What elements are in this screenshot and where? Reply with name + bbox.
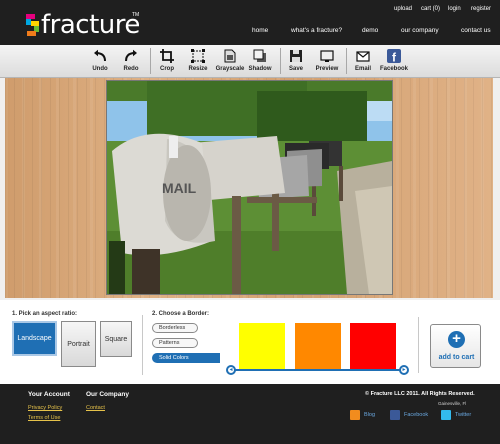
save-icon [290, 50, 302, 62]
grayscale-icon [224, 49, 236, 63]
facebook-icon: f [387, 49, 401, 63]
slider-next-button[interactable]: ▸ [399, 365, 409, 375]
options-divider [418, 317, 419, 373]
site-header: fracture TM upload cart (0) login regist… [0, 0, 500, 45]
email-button[interactable]: Email [351, 49, 375, 72]
our-company-heading: Our Company [86, 391, 129, 398]
site-footer: Your Account Privacy Policy Terms of Use… [0, 384, 500, 444]
logo-mark-icon [26, 14, 40, 36]
product-options: 1. Pick an aspect ratio: Landscape Portr… [0, 301, 500, 384]
undo-icon [94, 49, 106, 62]
color-swatch-yellow[interactable] [239, 323, 285, 369]
nav-contact-us[interactable]: contact us [461, 27, 491, 34]
options-divider [142, 315, 143, 375]
save-label: Save [288, 66, 303, 72]
shadow-icon [253, 49, 266, 62]
preview-label: Preview [315, 66, 339, 72]
resize-icon [191, 49, 205, 63]
terms-of-use-link[interactable]: Terms of Use [28, 415, 60, 421]
upload-link[interactable]: upload [394, 6, 412, 12]
facebook-label: Facebook [404, 412, 429, 418]
border-borderless-button[interactable]: Borderless [152, 323, 198, 333]
redo-icon [125, 49, 137, 62]
editor-toolbar: Undo Redo Crop Resize Grayscale Shadow S… [0, 45, 500, 78]
aspect-portrait-button[interactable]: Portrait [61, 321, 96, 367]
copyright-text: © Fracture LLC 2011. All Rights Reserved… [365, 391, 475, 397]
border-title: 2. Choose a Border: [152, 311, 210, 317]
redo-button[interactable]: Redo [119, 49, 143, 72]
plus-icon: + [448, 331, 465, 348]
undo-button[interactable]: Undo [88, 49, 112, 72]
resize-label: Resize [188, 66, 208, 72]
blog-label: Blog [364, 412, 376, 418]
facebook-icon [390, 410, 400, 420]
color-swatch-orange[interactable] [295, 323, 341, 369]
preview-icon [320, 50, 334, 62]
mailboxes-photo: MAIL [107, 81, 392, 294]
undo-label: Undo [92, 66, 108, 72]
border-solid-colors-button[interactable]: Solid Colors [152, 353, 220, 363]
border-patterns-button[interactable]: Patterns [152, 338, 198, 348]
nav-demo[interactable]: demo [362, 27, 378, 34]
privacy-policy-link[interactable]: Privacy Policy [28, 405, 62, 411]
facebook-share-button[interactable]: f Facebook [378, 49, 410, 72]
add-to-cart-button[interactable]: + add to cart [430, 324, 481, 368]
redo-label: Redo [123, 66, 139, 72]
logo-trademark: TM [132, 12, 140, 18]
slider-prev-button[interactable]: ◂ [226, 365, 236, 375]
photo-preview[interactable]: MAIL [106, 80, 393, 295]
shadow-label: Shadow [248, 66, 272, 72]
toolbar-divider [346, 48, 347, 74]
your-account-heading: Your Account [28, 391, 70, 398]
email-icon [356, 51, 370, 62]
swatch-slider-track[interactable] [231, 369, 404, 371]
cart-link[interactable]: cart (0) [421, 6, 440, 12]
nav-our-company[interactable]: our company [401, 27, 439, 34]
add-to-cart-label: add to cart [438, 354, 475, 361]
register-link[interactable]: register [471, 6, 491, 12]
twitter-icon [441, 410, 451, 420]
shadow-button[interactable]: Shadow [246, 49, 274, 72]
toolbar-divider [280, 48, 281, 74]
contact-link[interactable]: Contact [86, 405, 105, 411]
resize-button[interactable]: Resize [184, 49, 212, 72]
twitter-label: Twitter [455, 412, 472, 418]
grayscale-label: Grayscale [215, 66, 245, 72]
color-swatch-red[interactable] [350, 323, 396, 369]
nav-whats-a-fracture[interactable]: what's a fracture? [291, 27, 342, 34]
toolbar-divider [150, 48, 151, 74]
crop-label: Crop [160, 66, 174, 72]
aspect-ratio-title: 1. Pick an aspect ratio: [12, 311, 78, 317]
location-text: Gainesville, Fl [438, 401, 467, 406]
email-label: Email [354, 66, 371, 72]
rss-icon [350, 410, 360, 420]
aspect-square-button[interactable]: Square [100, 321, 132, 357]
aspect-landscape-button[interactable]: Landscape [12, 321, 57, 356]
crop-icon [160, 49, 174, 63]
grayscale-button[interactable]: Grayscale [213, 49, 247, 72]
nav-home[interactable]: home [252, 27, 268, 34]
login-link[interactable]: login [448, 6, 461, 12]
save-button[interactable]: Save [284, 49, 308, 72]
svg-text:MAIL: MAIL [162, 180, 197, 196]
logo-wordmark: fracture [41, 10, 140, 40]
crop-button[interactable]: Crop [155, 49, 179, 72]
facebook-label: Facebook [379, 66, 408, 72]
preview-button[interactable]: Preview [313, 49, 341, 72]
